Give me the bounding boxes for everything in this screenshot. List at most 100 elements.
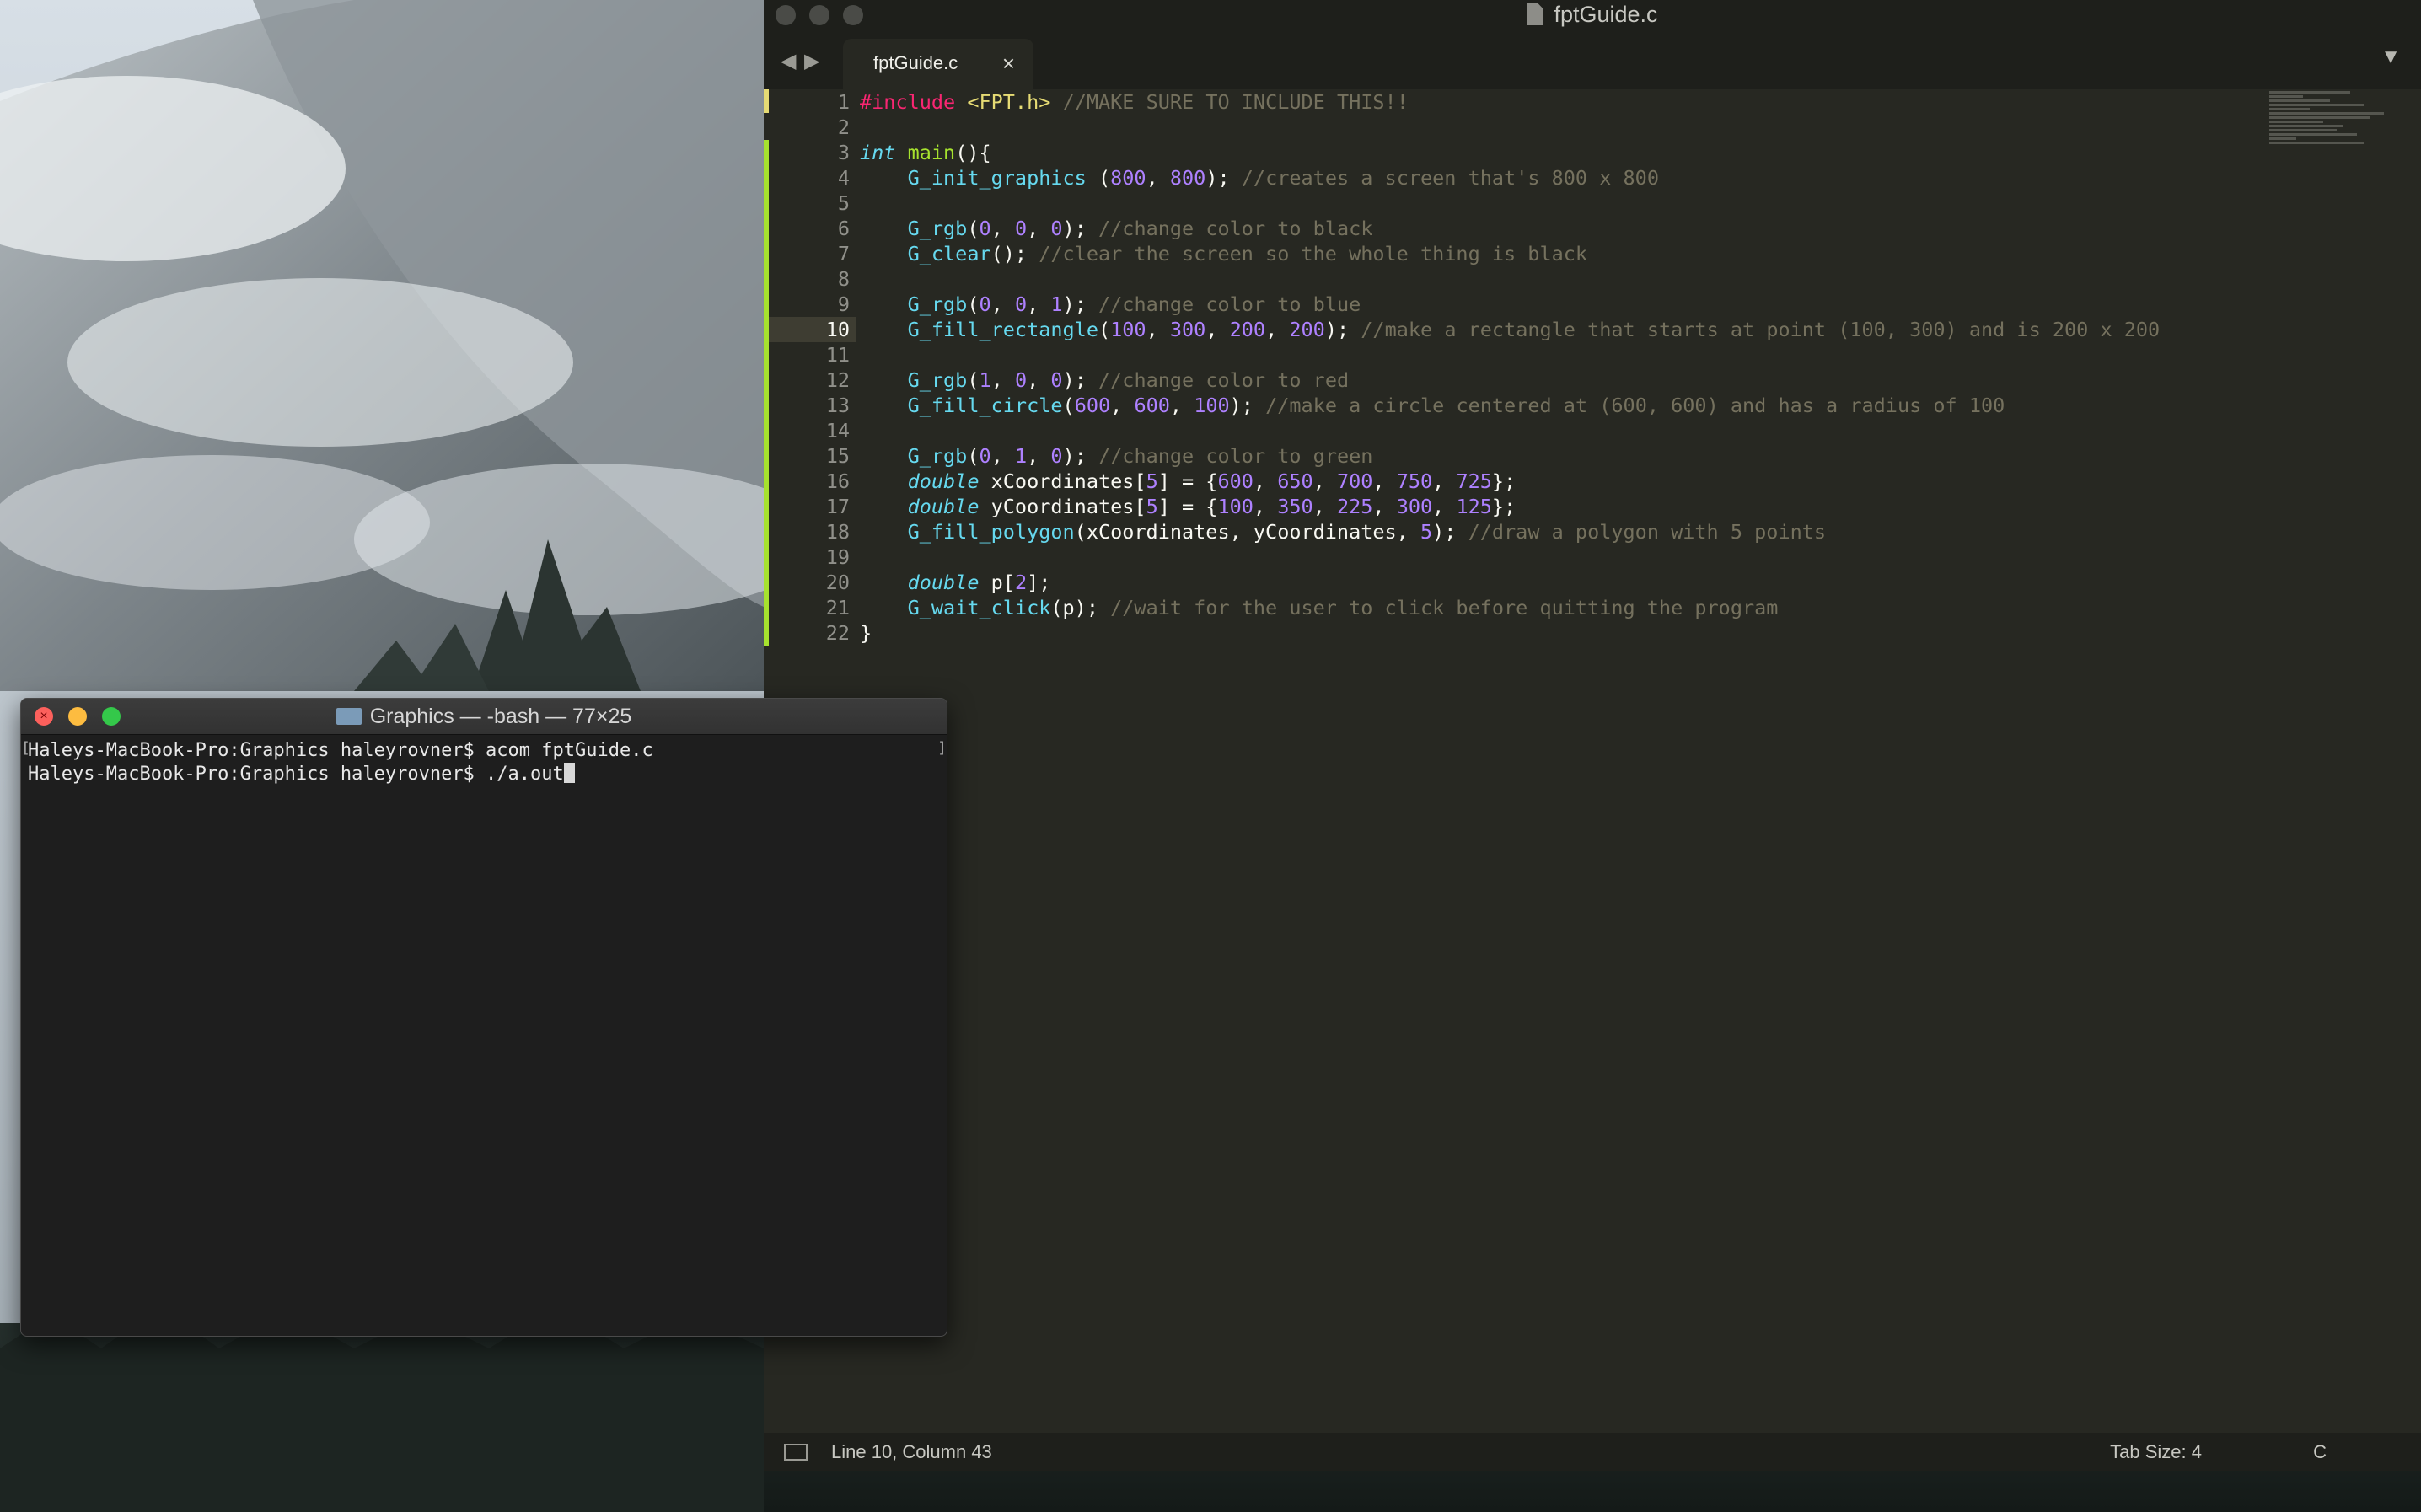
forward-arrow-icon[interactable]: ▶ xyxy=(804,49,819,73)
code-line[interactable]: 9 G_rgb(0, 0, 1); //change color to blue xyxy=(764,292,2421,317)
code-token: ( xyxy=(967,444,980,468)
line-number: 4 xyxy=(837,166,850,190)
code-line-text: G_fill_rectangle(100, 300, 200, 200); //… xyxy=(860,317,2161,342)
terminal-titlebar[interactable]: × Graphics — -bash — 77×25 xyxy=(21,699,947,735)
code-token: , xyxy=(990,292,1015,316)
code-token: ); xyxy=(1062,217,1099,240)
code-token: 800 xyxy=(1169,166,1206,190)
code-token: ( xyxy=(1086,166,1111,190)
code-line[interactable]: 10 G_fill_rectangle(100, 300, 200, 200);… xyxy=(764,317,2421,342)
code-token: }; xyxy=(1491,495,1516,518)
code-line[interactable]: 22} xyxy=(764,620,2421,646)
tab-fptguide[interactable]: fptGuide.c × xyxy=(843,39,1033,89)
line-number: 3 xyxy=(837,141,850,164)
code-line[interactable]: 21 G_wait_click(p); //wait for the user … xyxy=(764,595,2421,620)
code-token: , xyxy=(990,368,1015,392)
terminal-output[interactable]: Haleys-MacBook-Pro:Graphics haleyrovner$… xyxy=(28,739,940,786)
code-token: ); xyxy=(1324,318,1361,341)
code-token: p[ xyxy=(979,571,1015,594)
terminal-title-text: Graphics — -bash — 77×25 xyxy=(369,705,632,728)
code-token: 350 xyxy=(1277,495,1313,518)
code-token: , xyxy=(1027,292,1051,316)
code-token: 0 xyxy=(1050,368,1063,392)
code-line[interactable]: 5 xyxy=(764,190,2421,216)
code-token: ); xyxy=(1432,520,1468,544)
code-line-text: G_init_graphics (800, 800); //creates a … xyxy=(860,165,1659,190)
syntax-selector[interactable]: C xyxy=(2313,1433,2327,1471)
code-token: main xyxy=(907,141,956,164)
code-token: #include xyxy=(860,90,956,114)
panel-toggle-icon[interactable] xyxy=(784,1444,808,1461)
back-arrow-icon[interactable]: ◀ xyxy=(781,49,796,73)
tab-size-selector[interactable]: Tab Size: 4 xyxy=(2110,1433,2202,1471)
line-number: 12 xyxy=(825,368,850,392)
code-token: 300 xyxy=(1169,318,1206,341)
code-token: 725 xyxy=(1456,469,1492,493)
code-line[interactable]: 20 double p[2]; xyxy=(764,570,2421,595)
code-line[interactable]: 2 xyxy=(764,115,2421,140)
code-token: , xyxy=(1110,394,1135,417)
code-token: 0 xyxy=(979,444,991,468)
line-number: 21 xyxy=(825,596,850,619)
code-token: (p); xyxy=(1050,596,1111,619)
code-line-text: double p[2]; xyxy=(860,570,1051,595)
code-token: 100 xyxy=(1217,495,1253,518)
code-line[interactable]: 12 G_rgb(1, 0, 0); //change color to red xyxy=(764,367,2421,393)
editor-tabbar: ◀ ▶ fptGuide.c × ▼ xyxy=(764,30,2421,89)
code-line-text: G_rgb(0, 1, 0); //change color to green xyxy=(860,443,1373,469)
code-line[interactable]: 15 G_rgb(0, 1, 0); //change color to gre… xyxy=(764,443,2421,469)
code-line[interactable]: 6 G_rgb(0, 0, 0); //change color to blac… xyxy=(764,216,2421,241)
code-line[interactable]: 13 G_fill_circle(600, 600, 100); //make … xyxy=(764,393,2421,418)
code-line[interactable]: 8 xyxy=(764,266,2421,292)
code-token: , xyxy=(1372,495,1397,518)
code-token: , xyxy=(1146,166,1170,190)
code-token: //change color to green xyxy=(1098,444,1373,468)
code-line[interactable]: 11 xyxy=(764,342,2421,367)
code-line[interactable]: 14 xyxy=(764,418,2421,443)
code-line-text: G_fill_circle(600, 600, 100); //make a c… xyxy=(860,393,2005,418)
code-token: 5 xyxy=(1146,469,1158,493)
code-line-text: double yCoordinates[5] = {100, 350, 225,… xyxy=(860,494,1516,519)
code-token: 0 xyxy=(1014,368,1028,392)
code-token: 0 xyxy=(1050,217,1063,240)
line-number: 5 xyxy=(837,191,850,215)
code-token: 100 xyxy=(1194,394,1230,417)
terminal-line: Haleys-MacBook-Pro:Graphics haleyrovner$… xyxy=(28,740,653,761)
code-token: ] = { xyxy=(1157,495,1218,518)
code-token: ); xyxy=(1229,394,1266,417)
tab-menu-icon[interactable]: ▼ xyxy=(2381,46,2401,69)
code-token: int xyxy=(860,141,896,164)
code-token: 1 xyxy=(1014,444,1028,468)
code-token: G_fill_polygon xyxy=(907,520,1075,544)
code-token: <FPT.h> xyxy=(967,90,1051,114)
code-line[interactable]: 17 double yCoordinates[5] = {100, 350, 2… xyxy=(764,494,2421,519)
code-token: 100 xyxy=(1110,318,1146,341)
file-icon xyxy=(1527,3,1544,25)
code-token: G_rgb xyxy=(907,444,968,468)
code-token: 0 xyxy=(979,217,991,240)
code-line[interactable]: 19 xyxy=(764,544,2421,570)
code-token: //change color to red xyxy=(1098,368,1350,392)
code-token: 600 xyxy=(1074,394,1111,417)
code-token: , xyxy=(990,444,1015,468)
code-token: 225 xyxy=(1336,495,1373,518)
code-line[interactable]: 7 G_clear(); //clear the screen so the w… xyxy=(764,241,2421,266)
code-line[interactable]: 1 #include <FPT.h> //MAKE SURE TO INCLUDE… xyxy=(764,89,2421,115)
code-area[interactable]: 1 #include <FPT.h> //MAKE SURE TO INCLUDE… xyxy=(764,89,2421,646)
code-line[interactable]: 16 double xCoordinates[5] = {600, 650, 7… xyxy=(764,469,2421,494)
code-token: ( xyxy=(1098,318,1111,341)
code-token: , xyxy=(1253,495,1278,518)
code-line[interactable]: 4 G_init_graphics (800, 800); //creates … xyxy=(764,165,2421,190)
code-token: , xyxy=(1253,469,1278,493)
code-token: ( xyxy=(967,217,980,240)
code-token: //make a circle centered at (600, 600) a… xyxy=(1265,394,2005,417)
code-token: 1 xyxy=(1050,292,1063,316)
code-line[interactable]: 18 G_fill_polygon(xCoordinates, yCoordin… xyxy=(764,519,2421,544)
code-line[interactable]: 3 int main(){ xyxy=(764,140,2421,165)
code-token: } xyxy=(860,621,872,645)
tab-close-icon[interactable]: × xyxy=(1002,39,1015,88)
minimap[interactable] xyxy=(2269,91,2404,167)
